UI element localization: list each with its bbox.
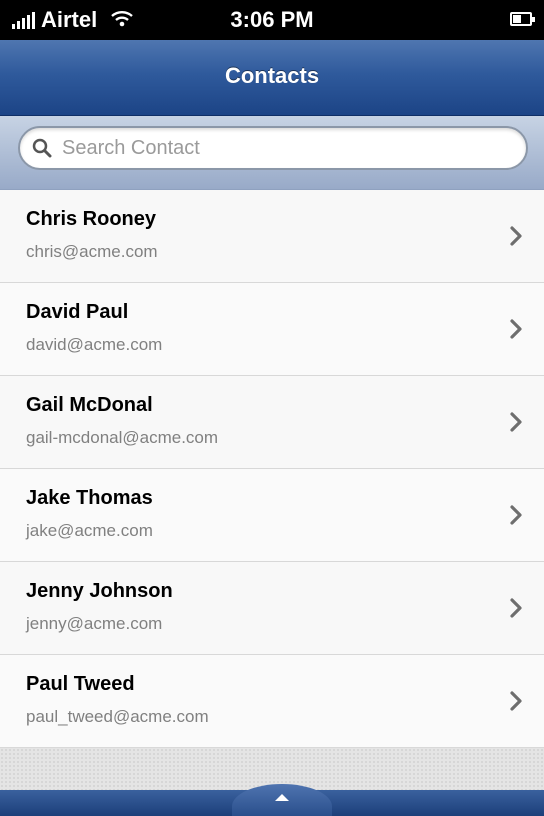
search-input[interactable] [62,129,502,167]
chevron-up-icon [275,794,289,801]
contact-email: david@acme.com [26,335,163,354]
search-box[interactable] [18,126,528,170]
chevron-right-icon [510,505,522,525]
contact-name: Jake Thomas [26,487,153,509]
nav-bar: Contacts [0,40,544,116]
contact-name: Paul Tweed [26,673,135,695]
list-item[interactable]: Jake Thomas jake@acme.com [0,469,544,562]
search-icon [20,128,62,168]
contact-name: Gail McDonal [26,394,153,416]
contact-email: gail-mcdonal@acme.com [26,428,219,447]
chevron-right-icon [510,412,522,432]
chevron-right-icon [510,226,522,246]
contact-email: paul_tweed@acme.com [26,707,209,726]
chevron-right-icon [510,319,522,339]
page-title: Contacts [224,63,320,88]
status-time: 3:06 PM [230,7,314,32]
chevron-right-icon [510,691,522,711]
list-item[interactable]: Gail McDonal gail-mcdonal@acme.com [0,376,544,469]
list-item[interactable]: Paul Tweed paul_tweed@acme.com [0,655,544,748]
battery-icon [510,12,535,26]
contact-email: jake@acme.com [26,521,153,540]
list-item[interactable]: Chris Rooney chris@acme.com [0,190,544,283]
contact-list: Chris Rooney chris@acme.com David Paul d… [0,190,544,748]
contact-email: chris@acme.com [26,242,158,261]
contact-name: David Paul [26,301,129,323]
contact-name: Chris Rooney [26,208,157,230]
search-bar [0,116,544,190]
list-item[interactable]: Jenny Johnson jenny@acme.com [0,562,544,655]
contact-email: jenny@acme.com [26,614,163,633]
list-item[interactable]: David Paul david@acme.com [0,283,544,376]
contact-name: Jenny Johnson [26,580,173,602]
status-bar: Airtel 3:06 PM [0,0,544,40]
chevron-right-icon [510,598,522,618]
